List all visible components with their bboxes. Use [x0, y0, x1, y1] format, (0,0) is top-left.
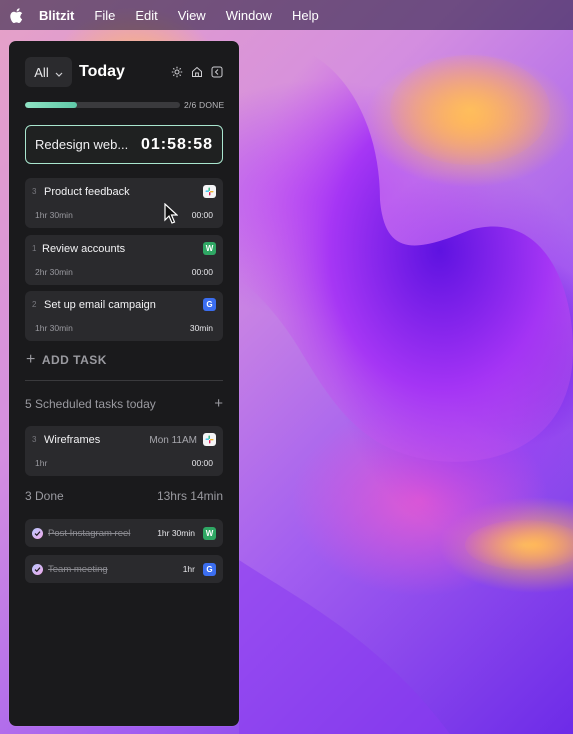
- task-number: 3: [32, 187, 37, 196]
- task-duration: 30min: [189, 323, 213, 333]
- panel-header: All Today: [25, 57, 223, 87]
- divider: [25, 380, 223, 381]
- task-name: Review accounts: [42, 243, 126, 255]
- task-card[interactable]: 2 Set up email campaign G 1hr 30min 30mi…: [25, 291, 223, 341]
- page-title: Today: [79, 63, 125, 80]
- chevron-down-icon: [55, 65, 63, 80]
- scheduled-task-card[interactable]: 3 Wireframes Mon 11AM 1hr 00:00: [25, 426, 223, 476]
- progress-text: 2/6 DONE: [184, 100, 225, 110]
- task-card[interactable]: 3 Product feedback 1hr 30min 00:00: [25, 178, 223, 228]
- add-task-label: ADD TASK: [41, 353, 107, 367]
- plus-icon: +: [26, 351, 36, 368]
- task-number: 2: [32, 300, 37, 309]
- done-task-name: Post Instagram reel: [48, 527, 131, 539]
- progress-bar: [25, 102, 180, 108]
- slack-icon: [203, 433, 216, 446]
- task-estimate: 1hr: [35, 458, 48, 468]
- task-number: 1: [32, 244, 37, 253]
- task-duration: 00:00: [191, 210, 213, 220]
- task-number: 3: [32, 435, 37, 444]
- done-task-duration: 1hr: [182, 564, 195, 574]
- menu-file[interactable]: File: [94, 8, 115, 23]
- task-duration: 00:00: [191, 267, 213, 277]
- filter-select[interactable]: All: [25, 57, 72, 87]
- gear-icon[interactable]: [171, 66, 183, 78]
- g-app-icon: G: [203, 562, 216, 576]
- done-total: 13hrs 14min: [156, 489, 223, 503]
- home-icon[interactable]: [191, 66, 203, 78]
- done-label: 3 Done: [25, 489, 64, 503]
- menu-app-name[interactable]: Blitzit: [39, 8, 74, 23]
- done-task-name: Team meeting: [48, 563, 108, 575]
- done-task-row[interactable]: Post Instagram reel 1hr 30min W: [25, 519, 223, 547]
- menu-view[interactable]: View: [178, 8, 206, 23]
- mouse-cursor-icon: [164, 203, 178, 224]
- task-name: Product feedback: [44, 186, 130, 198]
- active-task-name: Redesign web...: [35, 137, 129, 152]
- menu-window[interactable]: Window: [226, 8, 272, 23]
- collapse-icon[interactable]: [211, 66, 223, 78]
- menu-edit[interactable]: Edit: [135, 8, 157, 23]
- task-card[interactable]: 1 Review accounts W 2hr 30min 00:00: [25, 235, 223, 285]
- slack-icon: [203, 185, 216, 198]
- g-app-icon: G: [203, 298, 216, 311]
- checkmark-icon: [32, 527, 43, 539]
- task-duration: 00:00: [191, 458, 213, 468]
- done-header: 3 Done 13hrs 14min: [25, 489, 223, 503]
- add-scheduled-button[interactable]: +: [214, 395, 223, 412]
- menu-bar: Blitzit File Edit View Window Help: [0, 0, 573, 30]
- apple-icon[interactable]: [10, 7, 24, 23]
- done-task-row[interactable]: Team meeting 1hr G: [25, 555, 223, 583]
- task-estimate: 2hr 30min: [35, 267, 73, 277]
- w-app-icon: W: [203, 242, 216, 255]
- done-task-duration: 1hr 30min: [157, 528, 195, 538]
- scheduled-header: 5 Scheduled tasks today +: [25, 395, 223, 412]
- active-task-timer: 01:58:58: [140, 135, 213, 153]
- scheduled-label: 5 Scheduled tasks today: [25, 396, 156, 411]
- checkmark-icon: [32, 563, 43, 575]
- progress-fill: [25, 102, 77, 108]
- active-task[interactable]: Redesign web... 01:58:58: [25, 125, 223, 164]
- w-app-icon: W: [203, 526, 216, 540]
- task-estimate: 1hr 30min: [35, 210, 73, 220]
- task-name: Wireframes: [44, 434, 101, 446]
- task-panel: All Today 2/6 DONE Redesign web... 01:58…: [9, 41, 239, 726]
- menu-help[interactable]: Help: [292, 8, 319, 23]
- task-estimate: 1hr 30min: [35, 323, 73, 333]
- task-schedule-time: Mon 11AM: [149, 435, 197, 446]
- add-task-button[interactable]: + ADD TASK: [26, 352, 107, 368]
- filter-value: All: [34, 64, 49, 80]
- task-name: Set up email campaign: [44, 299, 156, 311]
